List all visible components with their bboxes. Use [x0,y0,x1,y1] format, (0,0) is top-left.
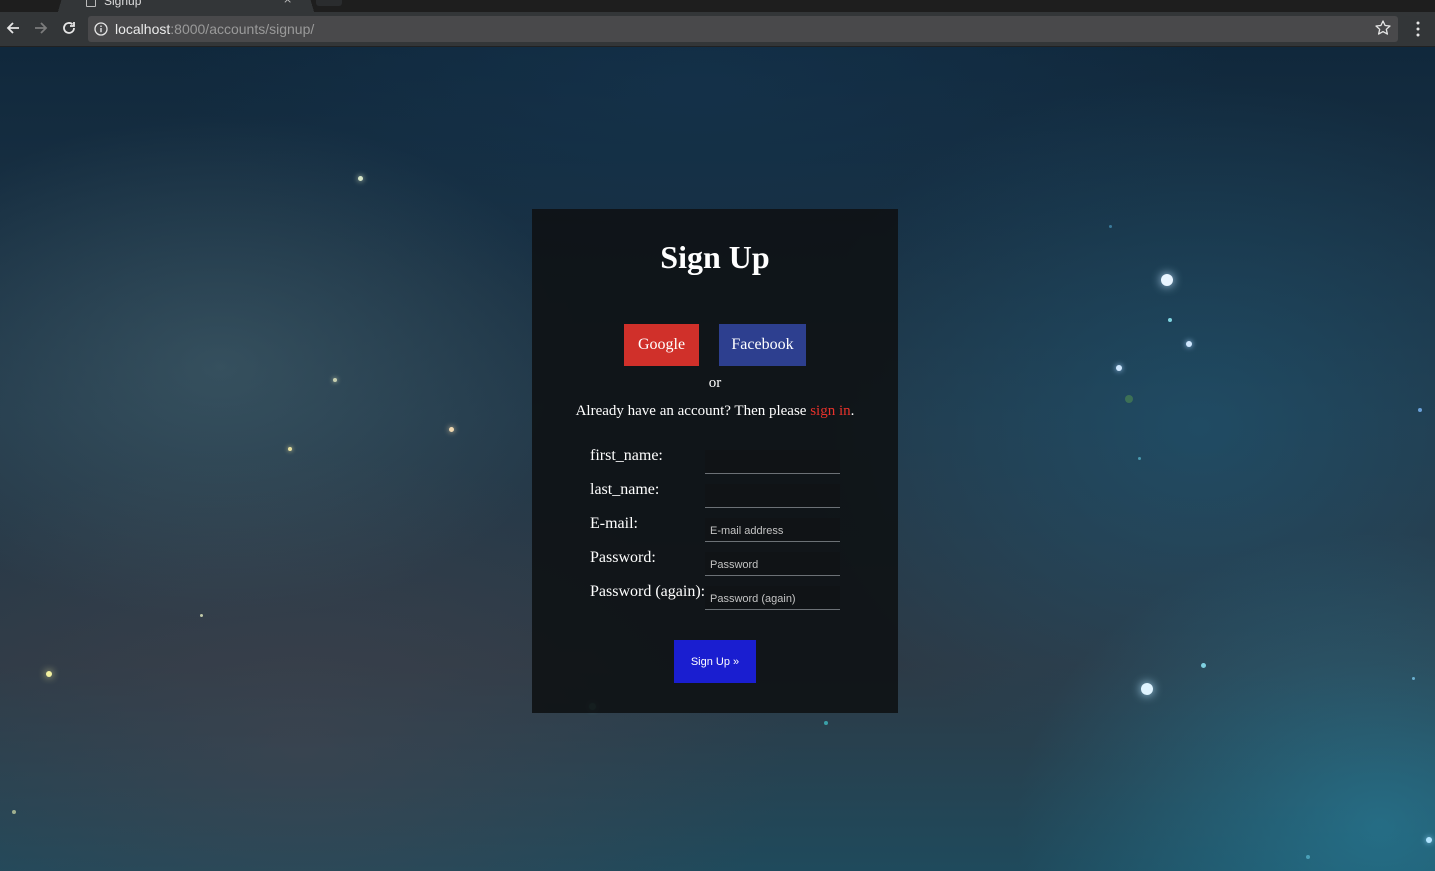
email-input[interactable] [705,518,840,542]
star-decoration [358,176,363,181]
form-row-first-name: first_name: [590,447,840,474]
star-icon[interactable] [1374,19,1392,42]
address-bar[interactable]: localhost:8000/accounts/signup/ [88,16,1398,42]
star-decoration [333,378,337,382]
last-name-input[interactable] [705,484,840,508]
signup-submit-button[interactable]: Sign Up » [674,640,756,683]
form-row-password-again: Password (again): [590,583,840,610]
star-decoration [200,614,203,617]
star-decoration [1306,855,1310,859]
or-separator: or [708,375,722,391]
signin-prompt: Already have an account? Then please sig… [532,403,898,420]
signin-prompt-text: Already have an account? Then please [575,403,811,419]
browser-toolbar: localhost:8000/accounts/signup/ [0,12,1435,47]
page-title: Sign Up [660,239,770,275]
tab-title[interactable]: Signup [104,0,141,8]
first-name-input[interactable] [705,450,840,474]
info-icon[interactable] [94,22,108,41]
page-viewport: Sign Up Google Facebook or Already have … [0,47,1435,871]
url-text[interactable]: localhost:8000/accounts/signup/ [115,21,314,37]
facebook-signup-button[interactable]: Facebook [719,324,806,366]
new-tab-button[interactable] [316,0,342,6]
star-decoration [824,721,828,725]
password-again-input[interactable] [705,586,840,610]
star-decoration [1141,683,1153,695]
url-host: localhost [115,21,171,37]
url-path: :8000/accounts/signup/ [170,21,315,37]
form-row-last-name: last_name: [590,481,840,508]
google-signup-button[interactable]: Google [624,324,699,366]
star-decoration [449,427,454,432]
star-decoration [1138,457,1141,460]
star-decoration [1168,318,1172,322]
star-decoration [1418,408,1422,412]
email-label: E-mail: [590,515,638,532]
form-row-password: Password: [590,549,840,576]
password-label: Password: [590,549,656,566]
signin-link[interactable]: sign in [810,403,850,419]
kebab-menu-icon[interactable] [1408,19,1428,41]
forward-arrow-icon[interactable] [29,16,53,40]
star-decoration [1116,365,1122,371]
star-decoration [1161,274,1173,286]
star-decoration [1426,837,1432,843]
signin-prompt-suffix: . [850,403,855,419]
password-input[interactable] [705,552,840,576]
last-name-label: last_name: [590,481,660,498]
tab-strip: Signup × [0,0,1435,12]
browser-tab[interactable] [57,0,315,12]
tab-close-icon[interactable]: × [283,0,292,6]
reload-icon[interactable] [57,16,81,40]
star-decoration [1109,225,1112,228]
back-arrow-icon[interactable] [1,16,25,40]
star-decoration [1125,395,1133,403]
star-decoration [46,671,52,677]
star-decoration [1412,677,1415,680]
first-name-label: first_name: [590,447,663,464]
document-icon [86,0,96,7]
form-row-email: E-mail: [590,515,840,542]
star-decoration [12,810,16,814]
star-decoration [1201,663,1206,668]
star-decoration [288,447,292,451]
password-again-label: Password (again): [590,583,706,600]
signup-card: Sign Up Google Facebook or Already have … [532,209,898,713]
star-decoration [1186,341,1192,347]
